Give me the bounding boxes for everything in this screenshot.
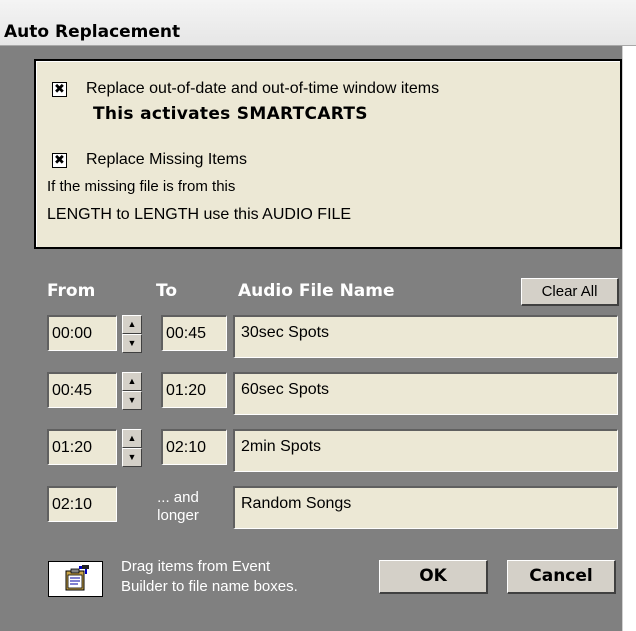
- title-bar: Auto Replacement: [0, 0, 636, 46]
- missing-desc-line2: LENGTH to LENGTH use this AUDIO FILE: [47, 206, 352, 223]
- audio-file-field[interactable]: 30sec Spots: [233, 315, 618, 358]
- to-header: To: [156, 281, 178, 301]
- to-time-field[interactable]: 00:45: [161, 315, 227, 351]
- from-time-field[interactable]: 02:10: [47, 486, 117, 522]
- ok-button[interactable]: OK: [379, 560, 488, 594]
- clipboard-icon-graphic: [65, 565, 89, 591]
- audio-file-field[interactable]: Random Songs: [233, 486, 618, 529]
- spinner-up-arrow-icon[interactable]: ▲: [122, 315, 142, 334]
- spinner-down-arrow-icon[interactable]: ▼: [122, 334, 142, 353]
- replace-outdated-checkbox[interactable]: ✖: [52, 82, 67, 97]
- audio-file-field[interactable]: 2min Spots: [233, 429, 618, 472]
- clipboard-icon[interactable]: [48, 561, 103, 597]
- replace-outdated-label: Replace out-of-date and out-of-time wind…: [86, 80, 440, 97]
- to-time-field[interactable]: 02:10: [161, 429, 227, 465]
- and-longer-label-line1: ... and: [157, 489, 199, 506]
- help-text-line2: Builder to file name boxes.: [121, 578, 298, 595]
- from-time-field[interactable]: 01:20: [47, 429, 117, 465]
- window-title: Auto Replacement: [4, 22, 181, 42]
- spinner-up-arrow-icon[interactable]: ▲: [122, 429, 142, 448]
- to-time-field[interactable]: 01:20: [161, 372, 227, 408]
- help-text-line1: Drag items from Event: [121, 558, 271, 575]
- window-edge: [623, 46, 636, 631]
- spinner-down-arrow-icon[interactable]: ▼: [122, 448, 142, 467]
- missing-desc-line1: If the missing file is from this: [47, 178, 236, 195]
- spinner-down-arrow-icon[interactable]: ▼: [122, 391, 142, 410]
- spinner-up-arrow-icon[interactable]: ▲: [122, 372, 142, 391]
- audio-file-field[interactable]: 60sec Spots: [233, 372, 618, 415]
- smartcarts-note: This activates SMARTCARTS: [93, 104, 368, 124]
- and-longer-label-line2: longer: [157, 507, 199, 524]
- from-time-field[interactable]: 00:00: [47, 315, 117, 351]
- audio-file-name-header: Audio File Name: [238, 281, 395, 301]
- replace-missing-checkbox[interactable]: ✖: [52, 153, 67, 168]
- from-header: From: [47, 281, 96, 301]
- replace-missing-label: Replace Missing Items: [86, 151, 247, 168]
- clear-all-button[interactable]: Clear All: [521, 278, 619, 306]
- from-time-field[interactable]: 00:45: [47, 372, 117, 408]
- cancel-button[interactable]: Cancel: [507, 560, 616, 594]
